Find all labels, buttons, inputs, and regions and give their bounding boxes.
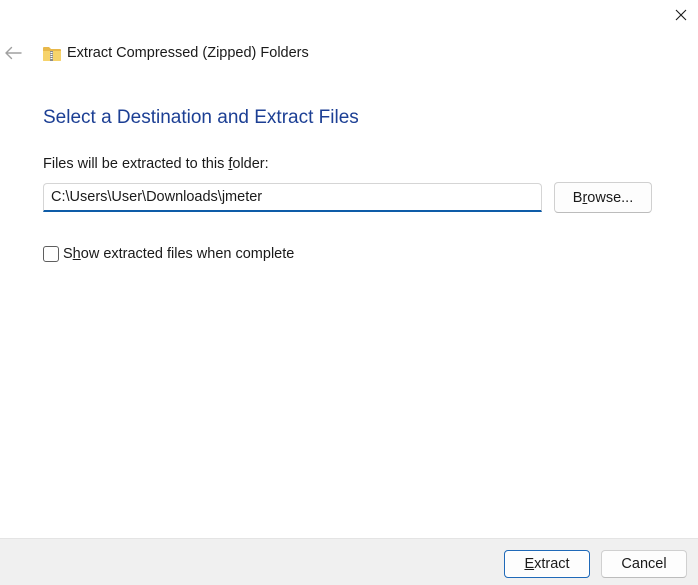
destination-label-suffix: older: [232, 156, 269, 172]
close-button[interactable] [664, 0, 698, 30]
extract-label-accesskey: E [524, 556, 535, 572]
page-heading: Select a Destination and Extract Files [43, 107, 359, 128]
window-title: Extract Compressed (Zipped) Folders [67, 45, 309, 61]
zipped-folder-icon [43, 47, 61, 61]
show-files-checkbox[interactable] [43, 246, 59, 262]
show-files-label-suffix: ow extracted files when complete [80, 246, 295, 262]
browse-label-suffix: owse... [587, 189, 634, 206]
cancel-button[interactable]: Cancel [601, 550, 687, 578]
browse-label-prefix: B [572, 189, 583, 206]
extract-label-suffix: xtract [534, 556, 570, 572]
back-arrow-icon [5, 46, 22, 60]
show-files-label-accesskey: h [72, 246, 81, 262]
show-files-label: Show extracted files when complete [63, 246, 294, 262]
destination-label-prefix: Files will be extracted to this [43, 156, 229, 172]
close-icon [675, 9, 687, 21]
dialog-footer: Extract Cancel [0, 538, 698, 585]
back-button[interactable] [2, 42, 24, 64]
extract-button[interactable]: Extract [504, 550, 590, 578]
show-files-label-prefix: S [63, 246, 73, 262]
browse-button[interactable]: Br owse... [554, 182, 652, 213]
show-files-option[interactable]: Show extracted files when complete [43, 246, 294, 262]
extract-dialog: Extract Compressed (Zipped) Folders Sele… [0, 0, 698, 585]
destination-path-input[interactable] [43, 183, 542, 212]
destination-label: Files will be extracted to this folder: [43, 156, 269, 172]
